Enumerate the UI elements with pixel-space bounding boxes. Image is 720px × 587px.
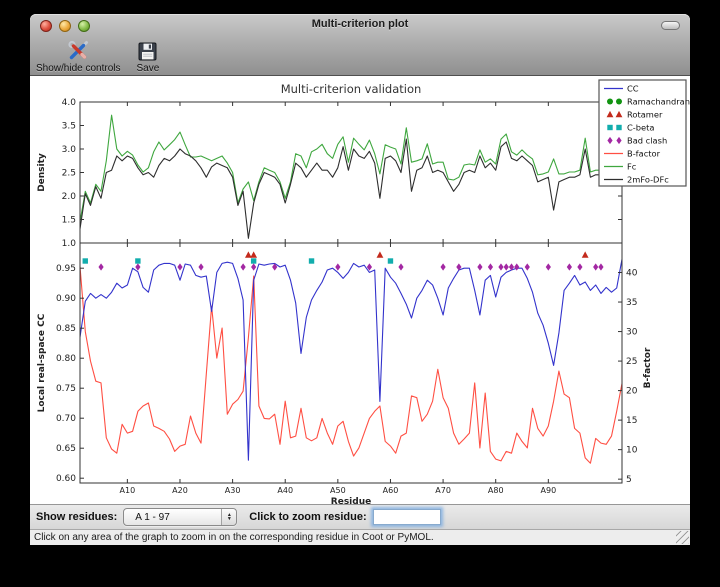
- select-stepper-icon: ▲▼: [221, 509, 236, 525]
- plot-canvas[interactable]: Multi-criterion validation A10 A20 A30 A40 A5…: [30, 76, 690, 504]
- svg-text:1.5: 1.5: [62, 216, 76, 226]
- svg-text:0.85: 0.85: [56, 324, 76, 334]
- svg-text:2.0: 2.0: [62, 192, 77, 202]
- svg-text:A80: A80: [488, 486, 504, 495]
- zoom-residue-input[interactable]: [373, 509, 441, 525]
- show-residues-label: Show residues:: [36, 511, 117, 523]
- cc-panel-area[interactable]: [80, 243, 622, 483]
- svg-text:25: 25: [626, 357, 637, 367]
- outlier-markers: [83, 251, 604, 270]
- status-text: Click on any area of the graph to zoom i…: [34, 532, 434, 543]
- save-button[interactable]: Save: [137, 39, 160, 74]
- svg-text:A30: A30: [225, 486, 241, 495]
- show-hide-controls-button[interactable]: Show/hide controls: [36, 39, 121, 74]
- zoom-residue-label: Click to zoom residue:: [249, 511, 366, 523]
- status-bar: Click on any area of the graph to zoom i…: [30, 529, 690, 545]
- svg-text:C-beta: C-beta: [627, 123, 655, 133]
- svg-text:CC: CC: [627, 84, 639, 94]
- window-chrome: Multi-criterion plot Show/hide controls: [30, 14, 690, 76]
- multi-criterion-plot-window: Multi-criterion plot Show/hide controls: [30, 14, 690, 545]
- svg-text:35: 35: [626, 298, 637, 308]
- residue-range-select[interactable]: A 1 - 97 ▲▼: [123, 508, 237, 526]
- svg-text:A10: A10: [120, 486, 136, 495]
- svg-text:Fc: Fc: [627, 162, 637, 172]
- svg-text:A50: A50: [330, 486, 346, 495]
- svg-text:4.0: 4.0: [62, 98, 77, 108]
- svg-text:2mFo-DFc: 2mFo-DFc: [627, 175, 669, 185]
- b-factor-line: [80, 267, 622, 464]
- svg-text:0.80: 0.80: [56, 354, 76, 364]
- svg-text:0.95: 0.95: [56, 264, 76, 274]
- tools-icon: [66, 39, 90, 63]
- controls-bar: Show residues: A 1 - 97 ▲▼ Click to zoom…: [30, 504, 690, 529]
- cc-axis-label: Local real-space CC: [37, 313, 47, 412]
- svg-text:A60: A60: [383, 486, 399, 495]
- floppy-disk-icon: [137, 39, 158, 63]
- svg-text:1.0: 1.0: [62, 239, 77, 249]
- svg-text:20: 20: [626, 387, 638, 397]
- x-axis-label: Residue: [331, 497, 371, 504]
- svg-text:10: 10: [626, 446, 638, 456]
- svg-text:A20: A20: [172, 486, 188, 495]
- svg-text:0.70: 0.70: [56, 414, 76, 424]
- show-hide-controls-label: Show/hide controls: [36, 63, 121, 74]
- svg-text:5: 5: [626, 475, 632, 485]
- resize-grip-icon[interactable]: [676, 531, 689, 544]
- svg-text:2.5: 2.5: [62, 169, 76, 179]
- figure-area: Multi-criterion validation A10 A20 A30 A40 A5…: [30, 76, 690, 504]
- svg-text:Ramachandran: Ramachandran: [627, 97, 690, 107]
- save-label: Save: [137, 63, 160, 74]
- svg-text:B-factor: B-factor: [627, 149, 661, 159]
- svg-text:0.75: 0.75: [56, 384, 76, 394]
- fc-line: [80, 115, 622, 222]
- toolbar-toggle-pill-button[interactable]: [661, 21, 680, 30]
- svg-text:0.60: 0.60: [56, 474, 76, 484]
- title-bar[interactable]: Multi-criterion plot: [30, 14, 690, 36]
- svg-text:A40: A40: [277, 486, 293, 495]
- toolbar: Show/hide controls Save: [30, 36, 690, 76]
- chart-title: Multi-criterion validation: [281, 82, 422, 96]
- svg-text:40: 40: [626, 269, 638, 279]
- density-axis-label: Density: [37, 153, 47, 192]
- svg-text:Rotamer: Rotamer: [627, 110, 663, 120]
- svg-text:A70: A70: [435, 486, 451, 495]
- svg-text:0.65: 0.65: [56, 444, 76, 454]
- svg-text:0.90: 0.90: [56, 294, 76, 304]
- b-factor-axis-label: B-factor: [643, 347, 653, 388]
- density-panel-area[interactable]: [80, 102, 622, 243]
- svg-text:3.0: 3.0: [62, 145, 77, 155]
- window-title: Multi-criterion plot: [30, 18, 690, 30]
- residue-range-value: A 1 - 97: [135, 512, 169, 523]
- svg-text:15: 15: [626, 416, 637, 426]
- svg-text:3.5: 3.5: [62, 122, 76, 132]
- svg-text:A90: A90: [541, 486, 557, 495]
- svg-text:Bad clash: Bad clash: [627, 136, 667, 146]
- svg-text:30: 30: [626, 328, 638, 338]
